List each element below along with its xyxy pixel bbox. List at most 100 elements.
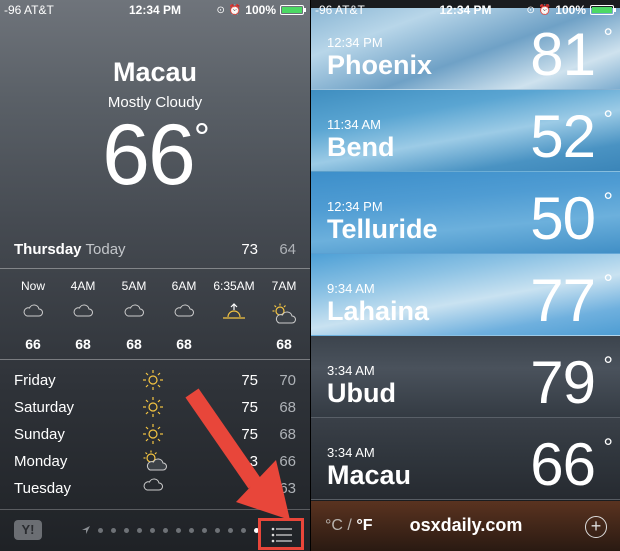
today-day: Thursday [14,241,82,258]
degree-symbol: ° [603,188,613,215]
page-dot [215,527,220,533]
daily-row: Saturday 75 68 [14,396,296,423]
status-bar: -96 AT&T 12:34 PM ⊙ ⏰ 100% [311,0,620,20]
lock-rotation-icon: ⊙ [526,4,535,16]
cloud-icon [58,303,108,325]
day-low: 68 [279,399,296,416]
hourly-forecast[interactable]: Now 66 4AM 68 5AM 68 6AM 68 6:35AM 7AM 68 [0,268,310,360]
watermark-text: osxdaily.com [409,515,523,535]
degree-symbol: ° [603,106,613,133]
daily-row: Tuesday 2 63 [14,477,296,504]
partly-cloudy-icon [142,450,168,472]
day-low: 66 [279,453,296,470]
page-dot [137,527,142,533]
page-dot [189,527,194,533]
day-name: Sunday [14,426,65,443]
daily-row: Sunday 75 68 [14,423,296,450]
today-low: 64 [279,241,296,258]
cloud-icon [8,303,58,325]
add-city-button[interactable]: + [585,516,607,538]
city-row-name: Phoenix [327,50,433,80]
city-row-name: Bend [327,132,395,162]
hour-temp: 68 [276,336,292,352]
city-row-temp: 77 [530,267,596,334]
page-dot [98,527,103,533]
sunrise-icon [209,303,259,325]
list-icon [271,527,292,543]
hour-label: 6:35AM [213,279,255,293]
hourly-item: 7AM 68 [259,269,309,361]
city-row-temp: 66 [530,431,596,498]
city-row[interactable]: 9:34 AM Lahaina 77 ° [311,254,620,336]
city-row[interactable]: 11:34 AM Bend 52 ° [311,90,620,172]
cloud-icon [142,477,168,499]
city-local-time: 3:34 AM [327,363,375,378]
current-temperature: 66° [102,107,210,203]
city-local-time: 12:34 PM [327,199,383,214]
day-high: 75 [241,372,258,389]
cloud-icon [109,303,159,325]
hourly-item: 6AM 68 [159,269,209,361]
status-bar: -96 AT&T 12:34 PM ⊙ ⏰ 100% [0,0,310,20]
page-dot [163,527,168,533]
page-dot [241,527,246,533]
location-arrow-icon [82,526,90,534]
degree-symbol: ° [603,352,613,379]
day-low: 70 [279,372,296,389]
lock-rotation-icon: ⊙ [216,4,225,16]
hour-label: Now [20,279,45,293]
alarm-icon: ⏰ [228,4,242,16]
page-indicator[interactable] [82,526,259,534]
city-row-name: Telluride [327,214,438,244]
page-dot [124,527,129,533]
city-local-time: 11:34 AM [327,117,381,132]
partly-cloudy-icon [259,303,309,325]
hour-label: 7AM [271,279,297,293]
bottom-toolbar: Y! [0,509,310,551]
alarm-icon: ⏰ [538,4,552,16]
degree-symbol: ° [603,24,613,51]
weather-detail-screen: -96 AT&T 12:34 PM ⊙ ⏰ 100% Macau Mostly … [0,0,310,551]
city-list-button[interactable] [258,518,304,550]
hour-label: 6AM [171,279,197,293]
day-name: Tuesday [14,480,71,497]
hour-label: 4AM [70,279,96,293]
city-name: Macau [112,57,198,87]
daily-row: Friday 75 70 [14,369,296,396]
day-name: Monday [14,453,68,470]
city-row-temp: 79 [530,349,596,416]
day-name: Friday [14,372,56,389]
sun-icon [142,423,168,445]
city-row-name: Ubud [327,378,396,408]
hour-temp: 68 [126,336,142,352]
today-summary: Thursday Today 73 64 [14,241,296,261]
today-high: 73 [241,241,258,258]
hour-temp: 68 [176,336,192,352]
page-dot [150,527,155,533]
hourly-item: 4AM 68 [58,269,108,361]
city-row[interactable]: 12:34 PM Telluride 50 ° [311,172,620,254]
yahoo-logo[interactable]: Y! [14,520,42,540]
city-row-temp: 81 [530,21,596,88]
sun-icon [142,396,168,418]
hourly-item: Now 66 [8,269,58,361]
daily-forecast[interactable]: Friday 75 70 Saturday 75 68 Sunday 75 68 Monday 3 6… [14,369,296,504]
page-dot [202,527,207,533]
city-list-toolbar: °C / °F osxdaily.com + [311,501,620,551]
city-local-time: 12:34 PM [327,35,383,50]
page-dot [111,527,116,533]
daily-row: Monday 3 66 [14,450,296,477]
city-row[interactable]: 12:34 PM Phoenix 81 ° [311,8,620,90]
city-row[interactable]: 3:34 AM Macau 66 ° [311,418,620,500]
hourly-item: 5AM 68 [109,269,159,361]
day-high: 75 [241,426,258,443]
city-row[interactable]: 3:34 AM Ubud 79 ° [311,336,620,418]
city-row-temp: 52 [530,103,596,170]
degree-symbol: ° [603,270,613,297]
day-name: Saturday [14,399,75,416]
day-low: 68 [279,426,296,443]
page-dot [228,527,233,533]
city-row-name: Lahaina [327,296,430,326]
day-high: 3 [249,453,258,470]
day-high: 2 [249,480,258,497]
